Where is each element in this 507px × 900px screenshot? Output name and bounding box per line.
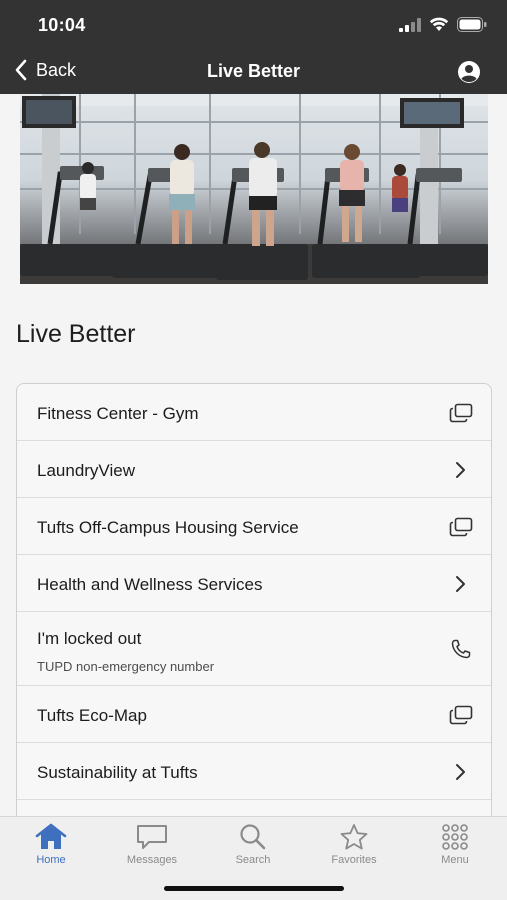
chevron-right-icon <box>456 462 465 478</box>
list-item-partial[interactable] <box>17 800 491 816</box>
gym-photo <box>20 94 488 284</box>
list-item-fitness-center[interactable]: Fitness Center - Gym <box>17 384 491 441</box>
list-item-eco-map[interactable]: Tufts Eco-Map <box>17 686 491 743</box>
signal-icon <box>399 17 421 32</box>
status-bar: 10:04 <box>0 0 507 48</box>
list-item-off-campus-housing[interactable]: Tufts Off-Campus Housing Service <box>17 498 491 555</box>
tab-label: Home <box>36 854 66 866</box>
page-title: Live Better <box>206 61 301 81</box>
tab-label: Search <box>235 854 271 866</box>
tab-menu[interactable]: Menu <box>415 823 495 866</box>
search-icon <box>240 824 266 850</box>
content-area: Live Better Fitness Center - Gym Laundry… <box>0 94 507 816</box>
list-item-title: I'm locked out <box>37 629 142 648</box>
account-button[interactable] <box>457 60 481 89</box>
external-link-icon <box>449 403 473 423</box>
tab-label: Favorites <box>331 854 377 866</box>
list-item-title: Tufts Off-Campus Housing Service <box>37 518 299 537</box>
list-item-title: Tufts Eco-Map <box>37 706 147 725</box>
link-list: Fitness Center - Gym LaundryView Tufts O… <box>16 383 492 816</box>
chevron-right-icon <box>456 576 465 592</box>
list-item-title: Fitness Center - Gym <box>37 404 199 423</box>
list-item-health-wellness[interactable]: Health and Wellness Services <box>17 555 491 612</box>
navigation-bar: Back Live Better <box>0 48 507 94</box>
tab-label: Messages <box>126 854 178 866</box>
home-icon <box>35 823 67 849</box>
chevron-right-icon <box>456 764 465 780</box>
list-item-laundryview[interactable]: LaundryView <box>17 441 491 498</box>
home-indicator[interactable] <box>164 886 344 891</box>
list-item-title: LaundryView <box>37 461 135 480</box>
section-title: Live Better <box>16 320 136 348</box>
wifi-icon <box>429 17 449 31</box>
grid-icon <box>442 824 468 850</box>
list-item-title: Sustainability at Tufts <box>37 763 198 782</box>
tab-label: Menu <box>441 854 469 866</box>
tab-home[interactable]: Home <box>11 823 91 866</box>
status-time: 10:04 <box>38 15 86 35</box>
external-link-icon <box>449 705 473 725</box>
battery-icon <box>457 17 487 32</box>
tab-favorites[interactable]: Favorites <box>314 823 394 866</box>
phone-icon <box>451 639 471 659</box>
status-icons <box>399 17 487 32</box>
list-item-title: Health and Wellness Services <box>37 575 263 594</box>
tab-search[interactable]: Search <box>213 823 293 866</box>
list-item-locked-out[interactable]: I'm locked out TUPD non-emergency number <box>17 612 491 686</box>
tab-messages[interactable]: Messages <box>112 823 192 866</box>
account-icon <box>458 61 480 83</box>
message-icon <box>137 825 167 849</box>
star-icon <box>340 824 368 850</box>
external-link-icon <box>449 517 473 537</box>
list-item-sustainability[interactable]: Sustainability at Tufts <box>17 743 491 800</box>
list-item-subtitle: TUPD non-emergency number <box>37 659 215 674</box>
hero-image <box>20 94 488 284</box>
